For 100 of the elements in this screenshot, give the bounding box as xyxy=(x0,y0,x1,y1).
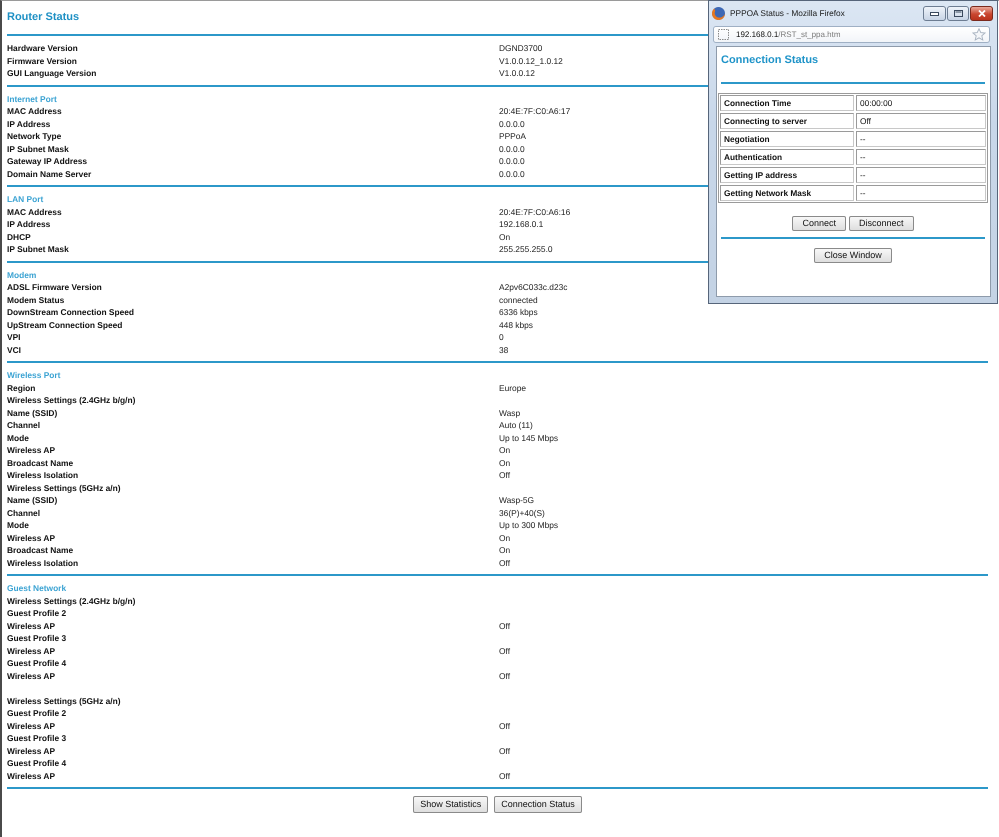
popup-button[interactable]: Disconnect xyxy=(849,216,914,231)
field-value: 448 kbps xyxy=(499,318,533,331)
section-heading: LAN Port xyxy=(7,193,44,206)
table-cell: Off xyxy=(856,113,986,129)
field-label: Guest Profile 4 xyxy=(7,657,66,670)
field-value: Off xyxy=(499,744,510,757)
field-label: Name (SSID) xyxy=(7,494,58,506)
field-value: Off xyxy=(499,469,510,482)
field-label: ADSL Firmware Version xyxy=(7,281,102,294)
field-value: 20:4E:7F:C0:A6:17 xyxy=(499,105,570,118)
field-value: connected xyxy=(499,294,538,306)
field-label: Wireless AP xyxy=(7,670,56,682)
field-label: Wireless Isolation xyxy=(7,469,78,482)
field-label: Wireless AP xyxy=(7,644,56,657)
field-value: Off xyxy=(499,770,510,782)
field-label: Wireless Settings (5GHz a/n) xyxy=(7,482,120,494)
field-value: 0.0.0.0 xyxy=(499,118,525,130)
field-label: Name (SSID) xyxy=(7,406,58,419)
field-value: 6336 kbps xyxy=(499,306,538,318)
field-value: Off xyxy=(499,720,510,732)
field-value: 38 xyxy=(499,344,508,356)
field-label: Modem Status xyxy=(7,294,64,306)
close-button[interactable] xyxy=(970,6,993,21)
field-label: IP Address xyxy=(7,218,50,230)
close-window-button[interactable]: Close Window xyxy=(814,248,892,263)
field-value: V1.0.0.12_1.0.12 xyxy=(499,54,563,67)
field-label: IP Subnet Mask xyxy=(7,142,69,155)
globe-icon xyxy=(712,6,725,20)
minimize-button[interactable] xyxy=(923,6,946,21)
field-label: Gateway IP Address xyxy=(7,155,88,168)
maximize-icon xyxy=(954,10,962,17)
field-label: Broadcast Name xyxy=(7,544,74,556)
field-value: DGND3700 xyxy=(499,42,542,54)
field-value: Europe xyxy=(499,382,526,394)
field-label: VCI xyxy=(7,344,21,356)
section-heading: Internet Port xyxy=(7,92,57,105)
star-icon[interactable] xyxy=(972,28,986,41)
field-value: On xyxy=(499,456,510,469)
field-value: Up to 145 Mbps xyxy=(499,432,558,444)
field-value: Wasp-5G xyxy=(499,494,534,506)
action-button[interactable]: Connection Status xyxy=(494,796,582,813)
field-label: Hardware Version xyxy=(7,42,78,54)
address-field[interactable]: 192.168.0.1/RST_st_ppa.htm xyxy=(713,26,990,43)
field-label: Region xyxy=(7,382,36,394)
field-label: Guest Profile 2 xyxy=(7,607,66,620)
field-label: IP Address xyxy=(7,118,50,130)
field-label: Wireless AP xyxy=(7,770,56,782)
field-label: IP Subnet Mask xyxy=(7,243,69,256)
field-label: Guest Profile 3 xyxy=(7,632,66,644)
popup-heading: Connection Status xyxy=(721,53,818,67)
table-cell: Authentication xyxy=(720,149,854,165)
field-value: 192.168.0.1 xyxy=(499,218,544,230)
section-heading: Wireless Port xyxy=(7,369,60,382)
table-cell: Getting IP address xyxy=(720,167,854,183)
field-label: Wireless Isolation xyxy=(7,556,78,569)
table-cell: Connecting to server xyxy=(720,113,854,129)
field-value: Up to 300 Mbps xyxy=(499,519,558,532)
field-label: Mode xyxy=(7,432,29,444)
field-value: Wasp xyxy=(499,406,520,419)
field-label: VPI xyxy=(7,331,20,344)
field-value: On xyxy=(499,544,510,556)
field-value: 20:4E:7F:C0:A6:16 xyxy=(499,206,570,218)
table-cell: Connection Time xyxy=(720,95,854,111)
page-title: Router Status xyxy=(7,10,80,24)
maximize-button[interactable] xyxy=(947,6,969,21)
field-value: Off xyxy=(499,620,510,632)
page-icon xyxy=(718,29,729,40)
field-value: 0.0.0.0 xyxy=(499,142,525,155)
field-value: V1.0.0.12 xyxy=(499,67,535,80)
field-value: 0.0.0.0 xyxy=(499,168,525,180)
field-label: Broadcast Name xyxy=(7,456,74,469)
table-cell: 00:00:00 xyxy=(856,95,986,111)
field-value: PPPoA xyxy=(499,130,526,142)
table-cell: -- xyxy=(856,131,986,147)
field-value: Off xyxy=(499,644,510,657)
field-label: Firmware Version xyxy=(7,54,77,67)
field-label: Wireless Settings (2.4GHz b/g/n) xyxy=(7,394,136,406)
field-value: 36(P)+40(S) xyxy=(499,506,545,519)
section-heading: Modem xyxy=(7,268,36,281)
table-cell: -- xyxy=(856,185,986,201)
field-label: Channel xyxy=(7,419,40,432)
field-label: Guest Profile 3 xyxy=(7,732,66,744)
field-label: Wireless AP xyxy=(7,744,56,757)
field-label: DHCP xyxy=(7,230,31,243)
field-value: A2pv6C033c.d23c xyxy=(499,281,568,294)
field-label: UpStream Connection Speed xyxy=(7,318,122,331)
field-value: 0 xyxy=(499,331,504,344)
field-label: DownStream Connection Speed xyxy=(7,306,134,318)
field-label: MAC Address xyxy=(7,105,62,118)
popup-button[interactable]: Connect xyxy=(792,216,846,231)
field-label: Wireless AP xyxy=(7,532,56,544)
field-value: 255.255.255.0 xyxy=(499,243,553,256)
field-label: GUI Language Version xyxy=(7,67,96,80)
field-label: Guest Profile 4 xyxy=(7,757,66,770)
field-value: Off xyxy=(499,556,510,569)
field-label: Wireless Settings (5GHz a/n) xyxy=(7,694,120,707)
action-button[interactable]: Show Statistics xyxy=(413,796,488,813)
field-label: Network Type xyxy=(7,130,62,142)
field-value: On xyxy=(499,532,510,544)
field-value: On xyxy=(499,444,510,456)
